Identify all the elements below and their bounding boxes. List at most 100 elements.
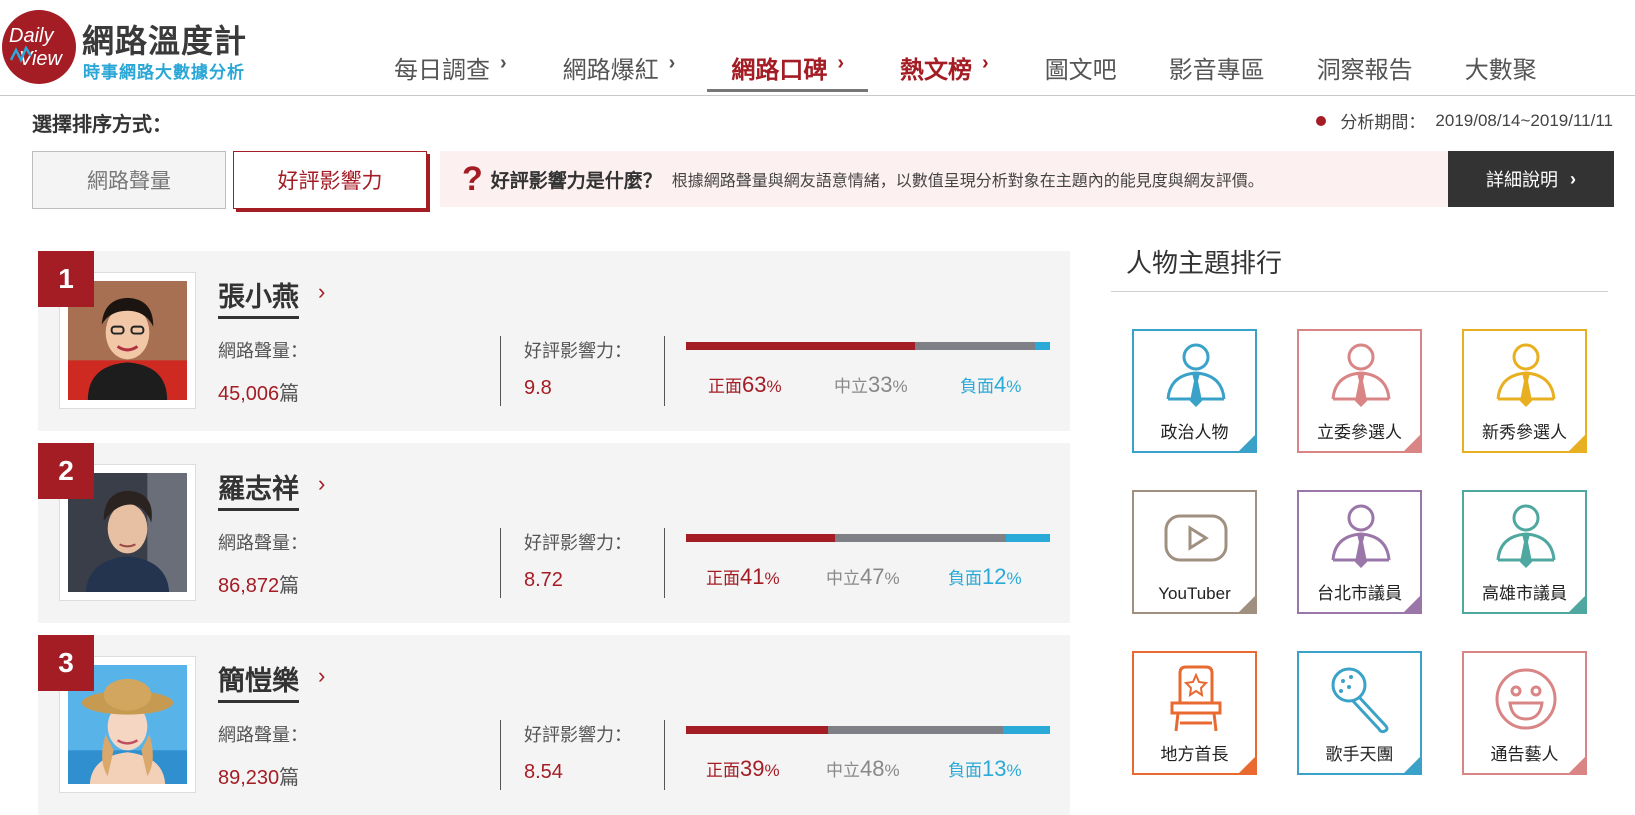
person-name[interactable]: 簡愷樂 bbox=[218, 659, 299, 703]
nav-viral[interactable]: 網路爆紅 › bbox=[563, 44, 676, 92]
sentiment-bar-negative bbox=[1006, 534, 1050, 542]
corner-triangle bbox=[1238, 756, 1255, 773]
tile-local-leaders[interactable]: 地方首長 bbox=[1132, 651, 1257, 775]
divider bbox=[664, 720, 665, 790]
ranking-card[interactable]: 2 羅志祥 › 網路聲量： 86,872篇 好評影響力： 8.72 正面41% … bbox=[38, 443, 1070, 623]
chevron-right-icon: › bbox=[837, 52, 845, 74]
person-name[interactable]: 羅志祥 bbox=[218, 467, 299, 511]
tile-politicians[interactable]: 政治人物 bbox=[1132, 329, 1257, 453]
volume-label: 網路聲量： bbox=[218, 725, 308, 745]
dailyview-logo[interactable]: Daily View bbox=[2, 10, 76, 84]
divider bbox=[1111, 291, 1608, 292]
positive-number: 41 bbox=[740, 564, 765, 589]
sentiment-bar-positive bbox=[686, 726, 828, 734]
rank-badge: 2 bbox=[38, 443, 94, 499]
tile-tv-personalities[interactable]: 通告藝人 bbox=[1462, 651, 1587, 775]
tile-new-candidates[interactable]: 新秀參選人 bbox=[1462, 329, 1587, 453]
tile-label: 政治人物 bbox=[1160, 423, 1229, 442]
positive-label: 正面 bbox=[706, 761, 740, 780]
nav-label: 洞察報告 bbox=[1316, 57, 1413, 84]
negative-number: 4 bbox=[994, 372, 1007, 397]
tile-legislator-candidates[interactable]: 立委參選人 bbox=[1297, 329, 1422, 453]
corner-triangle bbox=[1568, 756, 1585, 773]
logo-wave-icon bbox=[10, 46, 32, 64]
percent-sign: % bbox=[892, 377, 908, 396]
chevron-right-icon[interactable]: › bbox=[318, 279, 325, 305]
divider bbox=[664, 528, 665, 598]
logo-text-daily: Daily bbox=[9, 25, 54, 47]
person-icon bbox=[1166, 343, 1226, 407]
tile-singers-bands[interactable]: 歌手天團 bbox=[1297, 651, 1422, 775]
corner-triangle bbox=[1403, 595, 1420, 612]
sentiment-bar bbox=[686, 726, 1050, 734]
percent-sign: % bbox=[764, 569, 780, 588]
nav-gallery[interactable]: 圖文吧 bbox=[1045, 44, 1117, 92]
volume-number: 45,006 bbox=[218, 383, 280, 405]
nav-hot-articles[interactable]: 熱文榜 › bbox=[900, 44, 989, 92]
info-description: 根據網路聲量與網友語意情緒，以數值呈現分析對象在主題內的能見度與網友評價。 bbox=[671, 173, 1264, 190]
volume-value: 86,872篇 bbox=[218, 569, 299, 598]
sort-by-volume-button[interactable]: 網路聲量 bbox=[32, 151, 226, 209]
nav-reputation[interactable]: 網路口碑 › bbox=[707, 44, 868, 92]
nav-label: 網路爆紅 bbox=[562, 57, 659, 84]
percent-sign: % bbox=[884, 761, 900, 780]
positive-percent: 正面41% bbox=[706, 564, 780, 590]
nav-label: 網路口碑 bbox=[731, 57, 828, 84]
tile-label: YouTuber bbox=[1158, 584, 1231, 603]
negative-label: 負面 bbox=[948, 569, 982, 588]
person-icon bbox=[1496, 504, 1556, 568]
percent-sign: % bbox=[764, 761, 780, 780]
volume-number: 86,872 bbox=[218, 575, 280, 597]
nav-label: 熱文榜 bbox=[900, 57, 973, 84]
neutral-number: 48 bbox=[860, 756, 885, 781]
nav-daily-survey[interactable]: 每日調查 › bbox=[394, 44, 507, 92]
main-nav: 每日調查 › 網路爆紅 › 網路口碑 › 熱文榜 › 圖文吧 影音專區 洞察報告… bbox=[394, 44, 1537, 92]
nav-label: 每日調查 bbox=[394, 57, 490, 84]
positive-percent: 正面39% bbox=[706, 756, 780, 782]
ranking-card[interactable]: 1 張小燕 › 網路聲量： 45,006篇 好評影響力： 9.8 正面63% 中… bbox=[38, 251, 1070, 431]
analysis-period: 分析期間： 2019/08/14~2019/11/11 bbox=[1316, 108, 1613, 133]
sentiment-bar bbox=[686, 534, 1050, 542]
negative-number: 13 bbox=[982, 756, 1007, 781]
tile-label: 通告藝人 bbox=[1490, 745, 1559, 764]
info-title: 好評影響力是什麼？ bbox=[490, 170, 662, 192]
corner-triangle bbox=[1568, 434, 1585, 451]
play-icon bbox=[1164, 514, 1228, 562]
sentiment-bar-neutral bbox=[915, 342, 1036, 350]
percent-sign: % bbox=[1006, 377, 1022, 396]
divider bbox=[500, 528, 501, 598]
period-value: 2019/08/14~2019/11/11 bbox=[1435, 110, 1613, 130]
volume-value: 45,006篇 bbox=[218, 377, 299, 406]
neutral-percent: 中立47% bbox=[826, 564, 900, 590]
sentiment-bar-neutral bbox=[835, 534, 1007, 542]
volume-unit: 篇 bbox=[279, 767, 300, 789]
divider bbox=[664, 336, 665, 406]
nav-video[interactable]: 影音專區 bbox=[1169, 44, 1265, 92]
tile-taipei-councilors[interactable]: 台北市議員 bbox=[1297, 490, 1422, 614]
chevron-right-icon[interactable]: › bbox=[318, 663, 325, 689]
ranking-card[interactable]: 3 簡愷樂 › 網路聲量： 89,230篇 好評影響力： 8.54 正面39% … bbox=[38, 635, 1070, 815]
nav-insight-report[interactable]: 洞察報告 bbox=[1317, 44, 1413, 92]
person-icon bbox=[1331, 343, 1391, 407]
sentiment-bar-negative bbox=[1002, 726, 1050, 734]
tile-youtuber[interactable]: YouTuber bbox=[1132, 490, 1257, 614]
tile-kaohsiung-councilors[interactable]: 高雄市議員 bbox=[1462, 490, 1587, 614]
influence-info-bar: ? 好評影響力是什麼？ 根據網路聲量與網友語意情緒，以數值呈現分析對象在主題內的… bbox=[440, 151, 1448, 207]
chevron-right-icon: › bbox=[982, 52, 989, 74]
site-title[interactable]: 網路溫度計 bbox=[82, 16, 247, 62]
sentiment-bar-negative bbox=[1035, 342, 1050, 350]
microphone-icon bbox=[1331, 667, 1389, 734]
nav-label: 大數聚 bbox=[1464, 57, 1537, 84]
chevron-right-icon[interactable]: › bbox=[318, 471, 325, 497]
person-name[interactable]: 張小燕 bbox=[218, 275, 299, 319]
detail-button[interactable]: 詳細說明 › bbox=[1448, 151, 1614, 207]
nav-big-data[interactable]: 大數聚 bbox=[1465, 44, 1537, 92]
neutral-label: 中立 bbox=[826, 569, 860, 588]
detail-button-label: 詳細說明 bbox=[1486, 170, 1558, 190]
positive-number: 63 bbox=[742, 372, 767, 397]
volume-unit: 篇 bbox=[279, 383, 300, 405]
sort-by-influence-button[interactable]: 好評影響力 bbox=[233, 151, 427, 209]
percent-sign: % bbox=[1006, 761, 1022, 780]
negative-percent: 負面13% bbox=[948, 756, 1022, 782]
neutral-percent: 中立48% bbox=[826, 756, 900, 782]
